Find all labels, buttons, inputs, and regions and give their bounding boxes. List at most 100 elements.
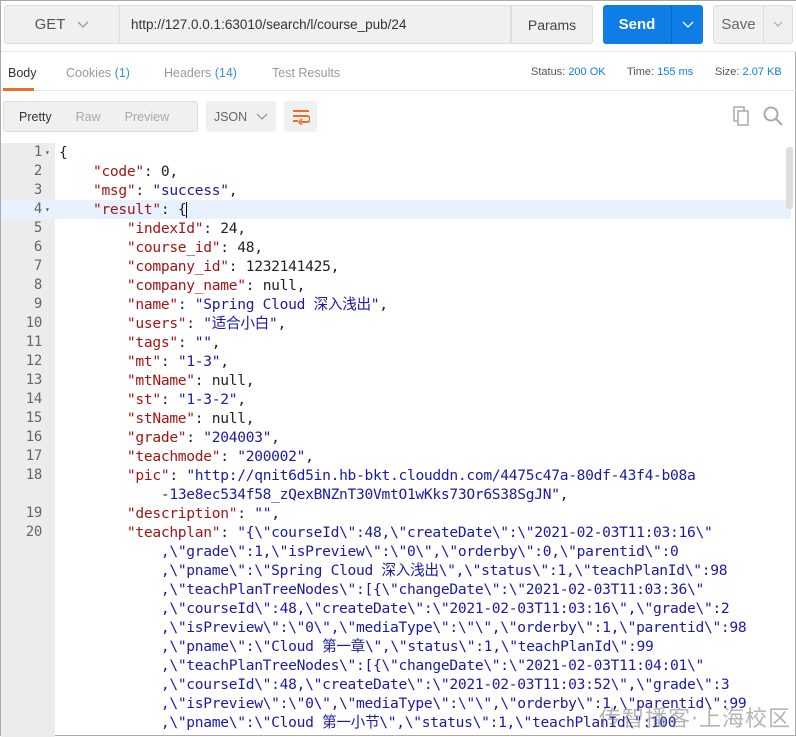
json-punct: [59, 505, 127, 522]
line-text: "tags": "",: [59, 333, 221, 352]
format-label: JSON: [213, 109, 248, 124]
copy-icon[interactable]: [733, 106, 749, 126]
search-icon[interactable]: [763, 106, 783, 126]
line-text: "result": {: [59, 200, 188, 219]
line-number: 12: [25, 353, 43, 369]
save-dropdown-button[interactable]: [764, 6, 792, 43]
json-punct: ,: [245, 372, 255, 389]
json-key: "tags": [126, 334, 178, 351]
format-select[interactable]: JSON: [206, 101, 276, 132]
line-text: "mtName": null,: [59, 371, 255, 390]
request-bar: GET http://127.0.0.1:63010/search/l/cour…: [1, 1, 796, 51]
json-punct: [59, 334, 127, 351]
json-punct: ,: [296, 277, 306, 294]
line-text: ,\"courseId\":48,\"createDate\":\"2021-0…: [59, 599, 730, 618]
json-value: null: [262, 277, 297, 294]
json-key: "course_id": [126, 239, 221, 256]
code-line: 18 "pic": "http://qnit6d5in.hb-bkt.cloud…: [1, 466, 791, 485]
tab-test-results[interactable]: Test Results: [272, 66, 340, 80]
json-punct: [59, 695, 161, 712]
json-punct: ,: [211, 334, 221, 351]
tab-cookies[interactable]: Cookies (1): [66, 66, 130, 80]
code-line: ,\"courseId\":48,\"createDate\":\"2021-0…: [1, 675, 791, 694]
json-punct: :: [220, 239, 238, 256]
json-punct: [59, 201, 93, 218]
size-readout: Size: 2.07 KB: [715, 66, 782, 78]
scrollbar[interactable]: [786, 147, 793, 209]
tab-label: Body: [8, 66, 37, 80]
params-button[interactable]: Params: [511, 5, 593, 44]
json-punct: :: [245, 277, 263, 294]
wrap-lines-button[interactable]: [284, 101, 317, 132]
json-punct: ,: [330, 258, 340, 275]
tab-headers[interactable]: Headers (14): [164, 66, 237, 80]
line-text: "code": 0,: [59, 162, 178, 181]
line-text: "teachplan": "{\"courseId\":48,\"createD…: [59, 523, 713, 542]
line-number: 1: [33, 144, 42, 160]
view-raw[interactable]: Raw: [61, 110, 101, 124]
line-text: "users": "适合小白",: [59, 314, 286, 333]
line-text: ,\"teachPlanTreeNodes\":[{\"changeDate\"…: [59, 656, 704, 675]
view-preview[interactable]: Preview: [110, 110, 169, 124]
json-punct: [59, 676, 161, 693]
code-line: ,\"grade\":1,\"isPreview\":\"0\",\"order…: [1, 542, 791, 561]
line-text: -13e8ec534f58_zQexBNZnT30VmtO1wKks73Or6S…: [59, 485, 569, 504]
send-button[interactable]: Send: [603, 5, 672, 44]
json-key: "name": [126, 296, 178, 313]
save-button[interactable]: Save: [714, 6, 764, 43]
json-punct: [59, 581, 161, 598]
fold-arrow-icon[interactable]: ▾: [45, 200, 50, 219]
line-number: 17: [25, 448, 43, 464]
url-input[interactable]: http://127.0.0.1:63010/search/l/course_p…: [119, 5, 511, 44]
json-string: ,\"teachPlanTreeNodes\":[{\"changeDate\"…: [160, 657, 704, 674]
json-punct: :: [143, 163, 161, 180]
code-line: 9 "name": "Spring Cloud 深入浅出",: [1, 295, 791, 314]
time-value: 155 ms: [657, 66, 694, 78]
json-punct: :: [228, 258, 246, 275]
code-line: ,\"teachPlanTreeNodes\":[{\"changeDate\"…: [1, 656, 791, 675]
json-value: null: [211, 372, 246, 389]
line-number: 8: [33, 277, 42, 293]
code-line: 5 "indexId": 24,: [1, 219, 791, 238]
code-line: 2 "code": 0,: [1, 162, 791, 181]
json-punct: :: [186, 429, 204, 446]
line-text: ,\"pname\":\"Spring Cloud 深入浅出\",\"statu…: [59, 561, 728, 580]
view-mode-toggle: Pretty Raw Preview: [3, 101, 198, 132]
size-label: Size:: [715, 66, 740, 78]
line-text: "stName": null,: [59, 409, 255, 428]
code-content: 1 ▾{2 "code": 0, 3 "msg": "success", 4 ▾ "re…: [1, 143, 791, 732]
response-actions: [733, 106, 783, 126]
json-key: "msg": [92, 182, 136, 199]
json-punct: [59, 372, 127, 389]
view-pretty[interactable]: Pretty: [4, 110, 52, 124]
send-dropdown-button[interactable]: [672, 5, 703, 44]
line-number: 19: [25, 505, 43, 521]
line-number: 11: [25, 334, 43, 350]
line-number: 14: [25, 391, 43, 407]
json-punct: ,: [305, 448, 314, 465]
response-body-editor[interactable]: 1 ▾{2 "code": 0, 3 "msg": "success", 4 ▾ "re…: [1, 143, 796, 737]
json-punct: [59, 353, 127, 370]
json-value: 1232141425: [245, 258, 331, 275]
json-punct: ,: [379, 296, 388, 313]
json-string: "200002": [237, 448, 306, 465]
size-value: 2.07 KB: [742, 66, 782, 78]
line-text: "grade": "204003",: [59, 428, 280, 447]
json-punct: ,: [169, 163, 178, 180]
json-string: "http://qnit6d5in.hb-bkt.clouddn.com/447…: [186, 467, 696, 484]
tab-label: Test Results: [272, 66, 341, 80]
method-select[interactable]: GET: [4, 5, 119, 44]
line-text: "msg": "success",: [59, 181, 238, 200]
line-number: 4: [33, 201, 42, 217]
json-string: ,\"courseId\":48,\"createDate\":\"2021-0…: [160, 676, 730, 693]
json-punct: ,: [271, 505, 280, 522]
json-punct: : {: [160, 201, 187, 218]
line-text: "company_name": null,: [59, 276, 306, 295]
line-text: ,\"grade\":1,\"isPreview\":\"0\",\"order…: [59, 542, 679, 561]
json-punct: [59, 277, 127, 294]
json-punct: [59, 258, 127, 275]
status-readout: Status: 200 OK: [531, 66, 606, 78]
fold-arrow-icon[interactable]: ▾: [45, 143, 50, 162]
line-number: 20: [25, 524, 43, 540]
tab-body[interactable]: Body: [8, 66, 37, 80]
